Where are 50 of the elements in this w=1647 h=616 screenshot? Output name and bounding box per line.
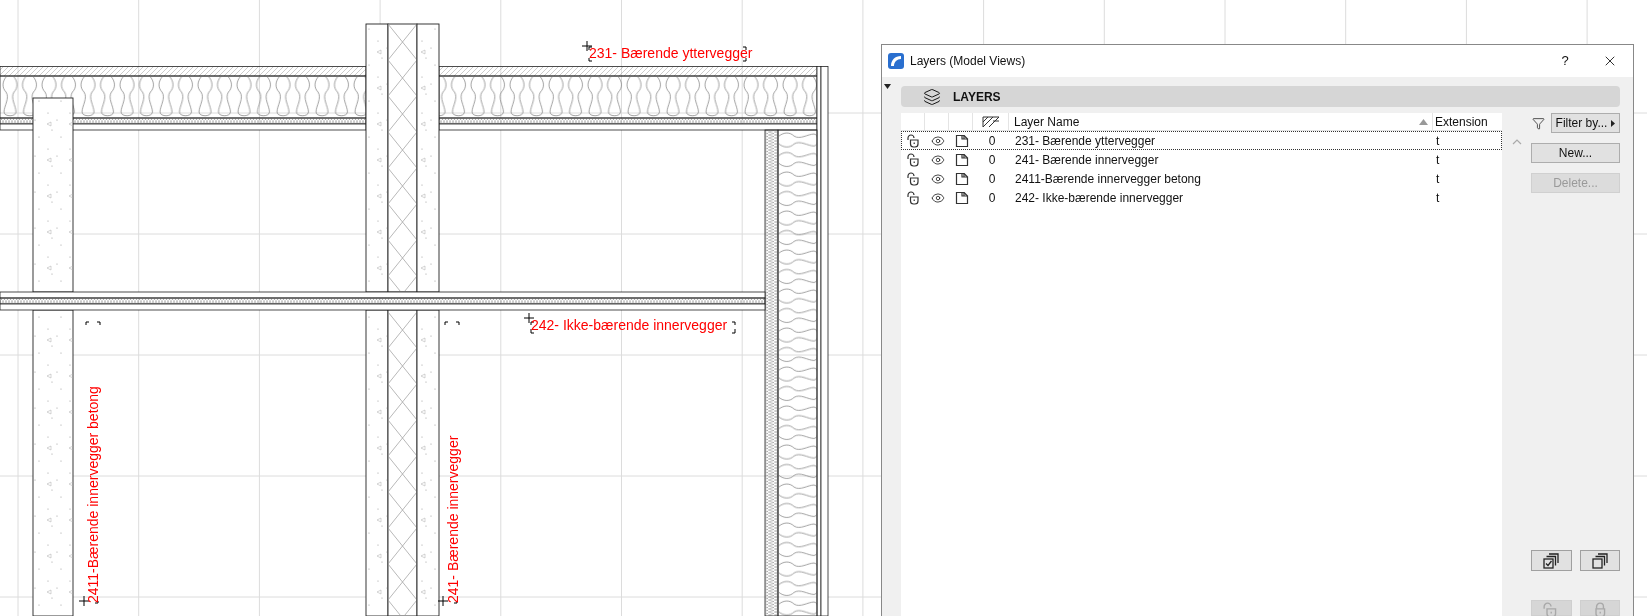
filter-button[interactable]: Filter by... bbox=[1551, 113, 1620, 133]
eye-icon[interactable] bbox=[931, 190, 945, 205]
collapse-arrow-icon[interactable] bbox=[884, 84, 891, 89]
hatch-icon[interactable] bbox=[981, 115, 1000, 128]
layer-row[interactable]: 0 241- Bærende innervegger t bbox=[901, 150, 1502, 169]
layer-number: 0 bbox=[988, 170, 996, 188]
page-icon[interactable] bbox=[955, 171, 969, 186]
eye-icon[interactable] bbox=[931, 152, 945, 167]
column-header[interactable]: Extension bbox=[1433, 113, 1502, 130]
app-icon bbox=[888, 53, 904, 69]
filter-icon bbox=[1532, 116, 1545, 130]
section-title: LAYERS bbox=[953, 88, 1001, 106]
page-icon[interactable] bbox=[955, 152, 969, 167]
layers-icon bbox=[923, 87, 941, 106]
layer-extension: t bbox=[1436, 133, 1440, 148]
page-icon[interactable] bbox=[955, 133, 969, 148]
layer-extension: t bbox=[1436, 171, 1440, 186]
wall-label: 231- Bærende yttervegger bbox=[589, 45, 753, 61]
dialog-button[interactable]: New... bbox=[1531, 143, 1620, 163]
layer-row[interactable]: 0 231- Bærende yttervegger t bbox=[901, 131, 1502, 150]
wall-label: 2411-Bærende innervegger betong bbox=[85, 386, 101, 603]
eye-icon[interactable] bbox=[931, 171, 945, 186]
layer-name: 241- Bærende innervegger bbox=[1015, 152, 1159, 167]
layer-number: 0 bbox=[988, 151, 996, 169]
sort-arrow-icon[interactable] bbox=[1419, 118, 1428, 125]
layer-number: 0 bbox=[988, 189, 996, 207]
deselect-all-button[interactable] bbox=[1579, 550, 1620, 571]
submenu-arrow-icon bbox=[1611, 119, 1616, 127]
layer-extension: t bbox=[1436, 152, 1440, 167]
select-all-button[interactable] bbox=[1531, 550, 1572, 571]
layer-name: 231- Bærende yttervegger bbox=[1015, 133, 1156, 148]
eye-icon[interactable] bbox=[931, 133, 945, 148]
unlock-icon[interactable] bbox=[907, 190, 921, 205]
stacked-pages-icon bbox=[1590, 552, 1609, 569]
column-header[interactable]: Layer Name bbox=[1009, 113, 1433, 130]
window-title: Layers (Model Views) bbox=[910, 53, 1026, 70]
layer-name: 2411-Bærende innervegger betong bbox=[1015, 171, 1201, 186]
layer-row[interactable]: 0 242- Ikke-bærende innervegger t bbox=[901, 188, 1502, 207]
unlock-icon[interactable] bbox=[907, 152, 921, 167]
wall-label: 242- Ikke-bærende innervegger bbox=[531, 317, 728, 333]
wall-label: 241- Bærende innervegger bbox=[445, 435, 461, 603]
checked-pages-icon bbox=[1542, 552, 1561, 569]
page-icon[interactable] bbox=[955, 190, 969, 205]
layer-number: 0 bbox=[988, 132, 996, 150]
unlock-icon[interactable] bbox=[907, 171, 921, 186]
layer-extension: t bbox=[1436, 190, 1440, 205]
layer-row[interactable]: 0 2411-Bærende innervegger betong t bbox=[901, 169, 1502, 188]
help-button[interactable]: ? bbox=[1543, 45, 1587, 77]
unlock-icon[interactable] bbox=[907, 133, 921, 148]
layer-name: 242- Ikke-bærende innervegger bbox=[1015, 190, 1184, 205]
